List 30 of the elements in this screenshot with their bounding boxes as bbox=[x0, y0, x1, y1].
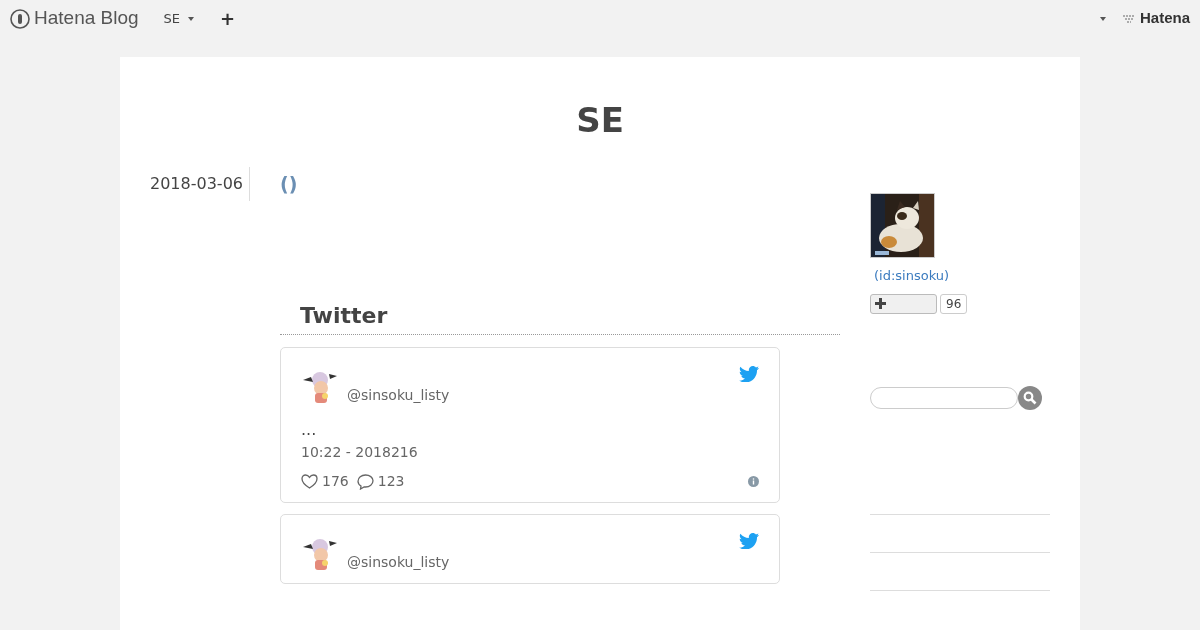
entry-date: 2018-03-06 bbox=[150, 167, 250, 201]
speech-bubble-icon bbox=[356, 473, 374, 490]
tweet-handle[interactable]: @sinsoku_listy bbox=[347, 552, 450, 573]
plus-icon bbox=[875, 298, 886, 309]
search-button[interactable] bbox=[1018, 385, 1042, 410]
blog-title[interactable]: SE bbox=[150, 57, 1050, 167]
subscribe-button[interactable] bbox=[870, 293, 937, 314]
bird-icon bbox=[739, 366, 759, 382]
entry-title[interactable]: () bbox=[250, 167, 298, 201]
caret-icon bbox=[1099, 16, 1106, 21]
logo[interactable]: Hatena Blog bbox=[10, 4, 139, 33]
hatena-logo-icon bbox=[1121, 13, 1136, 24]
caret-icon bbox=[188, 16, 195, 21]
section-heading: Twitter bbox=[280, 299, 840, 335]
search-icon bbox=[1023, 390, 1037, 405]
tweet-text: ... bbox=[301, 422, 318, 438]
bird-icon bbox=[739, 533, 759, 549]
tweet-time[interactable]: 10:22 - 2018216 bbox=[301, 442, 759, 463]
profile-id-link[interactable]: (id:sinsoku) bbox=[874, 266, 1050, 286]
add-button[interactable]: + bbox=[219, 4, 237, 33]
tweet-handle[interactable]: @sinsoku_listy bbox=[347, 385, 450, 406]
logo-icon bbox=[10, 8, 30, 29]
reply-count[interactable]: 123 bbox=[356, 471, 405, 492]
blog-menu[interactable]: SE bbox=[162, 7, 196, 30]
search-field[interactable] bbox=[870, 386, 1018, 409]
info-icon bbox=[748, 476, 759, 487]
subscriber-count: 96 bbox=[940, 293, 968, 314]
heart-icon bbox=[301, 474, 318, 489]
like-count[interactable]: 176 bbox=[301, 471, 349, 492]
brand-logo[interactable]: Hatena bbox=[1121, 7, 1190, 30]
